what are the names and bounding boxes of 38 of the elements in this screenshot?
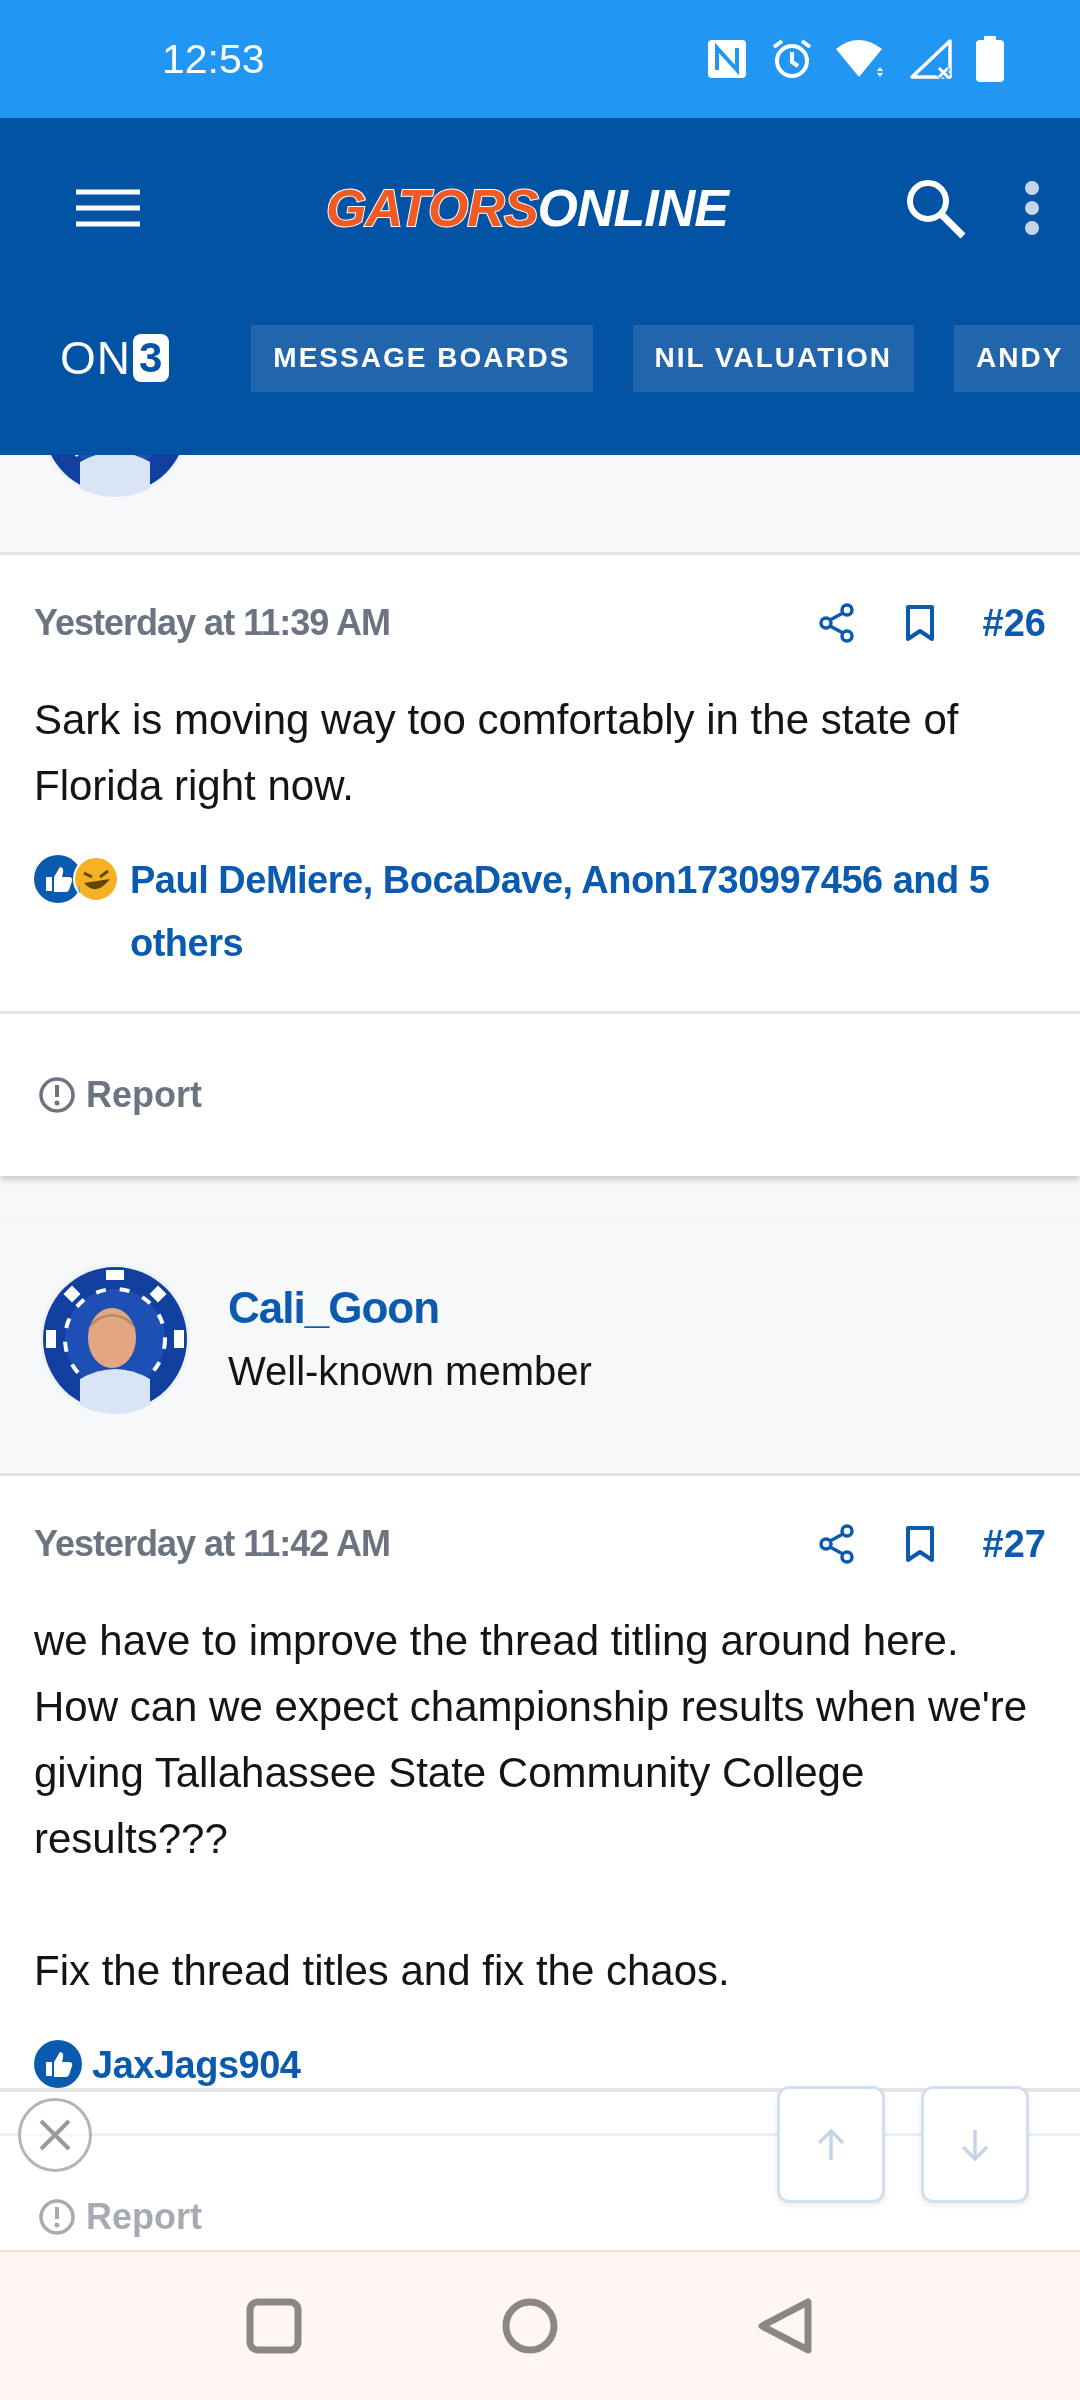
brand-logo[interactable]: ON 3 <box>60 331 170 385</box>
reactions-link[interactable]: JaxJags904 <box>92 2034 301 2097</box>
warning-icon <box>38 2198 76 2236</box>
warning-icon <box>38 1076 76 1114</box>
back-icon[interactable] <box>758 2298 814 2354</box>
laughing-emoji-icon <box>72 855 120 903</box>
menu-icon[interactable] <box>76 188 140 228</box>
bookmark-icon[interactable] <box>904 604 935 642</box>
more-options-icon[interactable] <box>1024 180 1040 236</box>
post-text: we have to improve the thread titling around here. How can we expect championship results when we're giving Tallahassee State Community College results??? <box>34 1616 1029 1864</box>
alarm-clock-icon <box>770 37 814 81</box>
recent-apps-icon[interactable] <box>246 2298 302 2354</box>
share-icon[interactable] <box>818 1524 855 1564</box>
post-timestamp[interactable]: Yesterday at 11:39 AM <box>34 602 819 644</box>
thumbs-up-icon <box>34 2040 82 2088</box>
nfc-icon <box>706 38 748 80</box>
report-button[interactable]: Report <box>0 1014 208 1176</box>
no-signal-icon <box>908 37 954 81</box>
bookmark-icon[interactable] <box>904 1525 935 1563</box>
username-link[interactable]: Cali_Goon <box>228 1283 592 1333</box>
reactions-link[interactable]: Paul DeMiere, BocaDave, Anon1730997456 and 5 others <box>130 849 1046 975</box>
search-icon[interactable] <box>904 177 966 239</box>
close-icon <box>38 2118 72 2152</box>
post-text: Fix the thread titles and fix the chaos. <box>34 1946 731 1996</box>
nav-tab[interactable]: MESSAGE BOARDS <box>251 324 593 392</box>
share-icon[interactable] <box>818 603 855 643</box>
post-number-link[interactable]: #26 <box>982 601 1046 645</box>
site-logo[interactable]: GATORSONLINE <box>150 178 904 238</box>
post-timestamp[interactable]: Yesterday at 11:42 AM <box>34 1523 819 1565</box>
battery-icon <box>976 36 1004 82</box>
nav-tab[interactable]: NIL VALUATION <box>632 324 915 392</box>
post-text: Sark is moving way too comfortably in the state of Florida right now. <box>34 695 960 811</box>
post-number-link[interactable]: #27 <box>982 1522 1046 1566</box>
clock-time: 12:53 <box>162 35 266 83</box>
wifi-icon <box>836 39 886 79</box>
member-role: Well-known member <box>228 1349 592 1394</box>
home-icon[interactable] <box>502 2298 558 2354</box>
nav-tab[interactable]: ANDY <box>954 324 1080 392</box>
